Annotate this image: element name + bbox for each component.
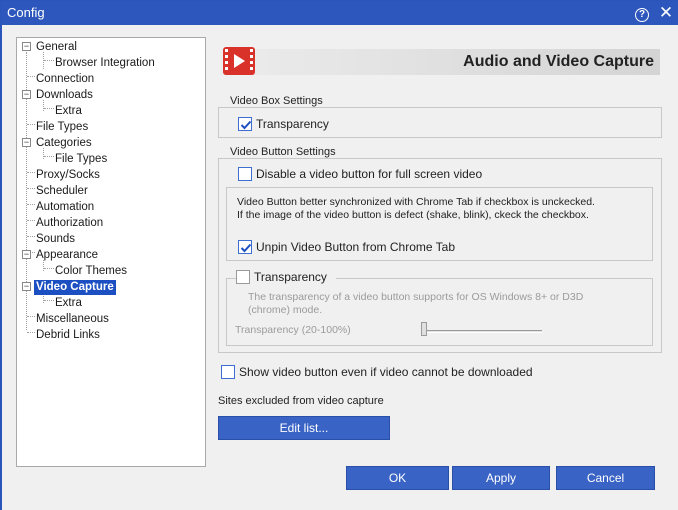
- transparency-note-line-2: (chrome) mode.: [248, 304, 323, 316]
- video-box-settings-legend: Video Box Settings: [228, 95, 325, 107]
- show-button-checkbox[interactable]: [221, 365, 235, 379]
- tree-item-color-themes[interactable]: Color Themes: [55, 264, 127, 279]
- tree-connector: [44, 300, 54, 301]
- config-window: Config ? ✕ − − − − − General Browser Int…: [0, 0, 678, 510]
- tree-item-browser-integration[interactable]: Browser Integration: [55, 56, 155, 71]
- tree-item-categories-file-types[interactable]: File Types: [55, 152, 107, 167]
- edit-list-button[interactable]: Edit list...: [218, 416, 390, 440]
- page-header: Audio and Video Capture: [220, 49, 660, 75]
- settings-tree[interactable]: − − − − − General Browser Integration Co…: [16, 37, 206, 467]
- show-button-row[interactable]: Show video button even if video cannot b…: [221, 365, 551, 381]
- tree-item-automation[interactable]: Automation: [36, 200, 94, 215]
- disable-full-screen-checkbox[interactable]: [238, 167, 252, 181]
- tree-connector: [27, 124, 35, 125]
- tree-item-proxy-socks[interactable]: Proxy/Socks: [36, 168, 100, 183]
- close-icon[interactable]: ✕: [657, 4, 675, 22]
- cancel-button[interactable]: Cancel: [556, 466, 655, 490]
- window-title: Config: [7, 5, 45, 20]
- video-button-settings-legend: Video Button Settings: [228, 146, 338, 158]
- tree-item-video-capture[interactable]: Video Capture: [34, 280, 116, 295]
- tree-connector: [27, 236, 35, 237]
- tree-connector: [27, 76, 35, 77]
- tree-item-general[interactable]: General: [36, 40, 77, 55]
- tree-connector: [44, 156, 54, 157]
- ok-button[interactable]: OK: [346, 466, 449, 490]
- tree-item-miscellaneous[interactable]: Miscellaneous: [36, 312, 109, 327]
- tree-item-video-capture-extra[interactable]: Extra: [55, 296, 82, 311]
- tree-item-downloads[interactable]: Downloads: [36, 88, 93, 103]
- title-bar: Config ? ✕: [1, 1, 678, 25]
- button-transparency-row[interactable]: Transparency: [236, 270, 336, 286]
- help-icon: ?: [635, 8, 649, 22]
- unpin-checkbox[interactable]: [238, 240, 252, 254]
- tree-item-scheduler[interactable]: Scheduler: [36, 184, 88, 199]
- button-transparency-label: Transparency: [254, 270, 327, 284]
- collapse-icon[interactable]: −: [22, 138, 31, 147]
- video-box-transparency-label: Transparency: [256, 117, 329, 131]
- tree-connector: [44, 268, 54, 269]
- unpin-label: Unpin Video Button from Chrome Tab: [256, 240, 456, 254]
- page-title: Audio and Video Capture: [463, 53, 654, 70]
- show-button-label: Show video button even if video cannot b…: [239, 365, 533, 379]
- tree-connector: [27, 172, 35, 173]
- tree-item-appearance[interactable]: Appearance: [36, 248, 98, 263]
- tree-connector: [27, 204, 35, 205]
- client-area: − − − − − General Browser Integration Co…: [2, 25, 678, 510]
- apply-button[interactable]: Apply: [452, 466, 550, 490]
- help-button[interactable]: ?: [633, 4, 651, 22]
- excluded-sites-label: Sites excluded from video capture: [218, 395, 384, 407]
- tree-connector: [27, 316, 35, 317]
- disable-full-screen-label: Disable a video button for full screen v…: [256, 167, 483, 181]
- collapse-icon[interactable]: −: [22, 250, 31, 259]
- tree-connector: [27, 332, 35, 333]
- tree-item-downloads-extra[interactable]: Extra: [55, 104, 82, 119]
- transparency-slider-thumb[interactable]: [421, 322, 427, 336]
- tree-item-connection[interactable]: Connection: [36, 72, 94, 87]
- collapse-icon[interactable]: −: [22, 90, 31, 99]
- tree-connector: [44, 108, 54, 109]
- unpin-row[interactable]: Unpin Video Button from Chrome Tab: [238, 240, 498, 256]
- tree-item-debrid-links[interactable]: Debrid Links: [36, 328, 100, 343]
- tree-item-authorization[interactable]: Authorization: [36, 216, 103, 231]
- disable-full-screen-row[interactable]: Disable a video button for full screen v…: [238, 167, 538, 183]
- transparency-slider-track[interactable]: [422, 330, 542, 333]
- checkmark-icon: [240, 243, 252, 253]
- video-box-transparency-row[interactable]: Transparency: [238, 117, 388, 133]
- info-line-2: If the image of the video button is defe…: [237, 209, 589, 221]
- checkmark-icon: [240, 120, 252, 130]
- tree-connector: [27, 188, 35, 189]
- collapse-icon[interactable]: −: [22, 282, 31, 291]
- tree-item-file-types[interactable]: File Types: [36, 120, 88, 135]
- tree-connector: [27, 220, 35, 221]
- tree-connector: [44, 60, 54, 61]
- collapse-icon[interactable]: −: [22, 42, 31, 51]
- tree-item-sounds[interactable]: Sounds: [36, 232, 75, 247]
- transparency-note-line-1: The transparency of a video button suppo…: [248, 291, 584, 303]
- info-line-1: Video Button better synchronized with Ch…: [237, 196, 595, 208]
- button-transparency-checkbox[interactable]: [236, 270, 250, 284]
- film-play-icon: [223, 47, 255, 75]
- transparency-slider-label: Transparency (20-100%): [235, 324, 351, 336]
- tree-item-categories[interactable]: Categories: [36, 136, 92, 151]
- video-box-transparency-checkbox[interactable]: [238, 117, 252, 131]
